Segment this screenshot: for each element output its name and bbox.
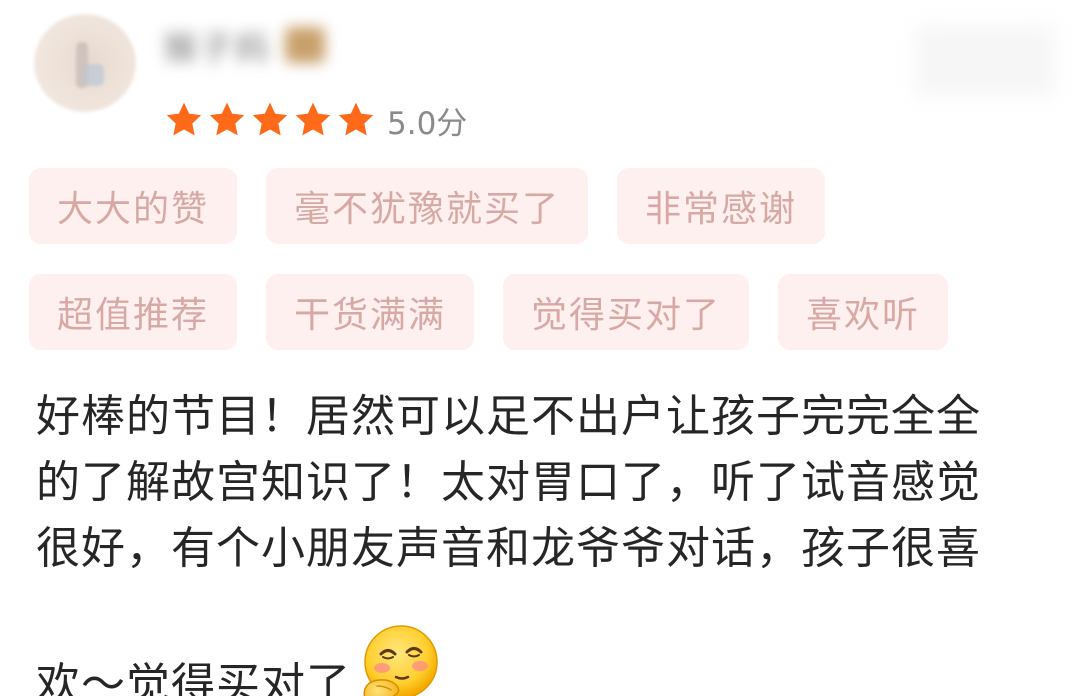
review-card: 猴子妈 5.0分 大大的赞 毫不犹豫就买了 非常感谢 超值推荐 干货满满 觉得买对了 喜欢…	[0, 0, 1080, 696]
star-icon	[207, 100, 247, 140]
review-line: 欢～觉得买对了	[36, 659, 351, 696]
star-icon	[336, 100, 376, 140]
review-text: 好棒的节目！居然可以足不出户让孩子完完全全 的了解故宫知识了！太对胃口了，听了试…	[36, 384, 1036, 696]
star-rating	[164, 100, 379, 140]
avatar-figure-detail	[84, 64, 104, 86]
review-line: 的了解故宫知识了！太对胃口了，听了试音感觉	[36, 457, 981, 508]
review-tag[interactable]: 非常感谢	[617, 168, 826, 244]
username: 猴子妈	[163, 28, 271, 69]
review-tag[interactable]: 毫不犹豫就买了	[266, 168, 589, 244]
tag-row-2: 超值推荐 干货满满 觉得买对了 喜欢听	[29, 274, 977, 350]
star-icon	[250, 100, 290, 140]
avatar[interactable]	[34, 14, 136, 112]
username-blurred[interactable]: 猴子妈	[163, 22, 325, 69]
rating-row: 5.0分	[164, 98, 467, 142]
review-line: 好棒的节目！居然可以足不出户让孩子完完全全	[36, 391, 981, 442]
review-tag[interactable]: 干货满满	[266, 274, 475, 350]
star-icon	[293, 100, 333, 140]
review-line: 很好，有个小朋友声音和龙爷爷对话，孩子很喜	[36, 523, 981, 574]
tag-row-1: 大大的赞 毫不犹豫就买了 非常感谢	[29, 168, 854, 244]
review-tag[interactable]: 喜欢听	[778, 274, 949, 350]
review-tag[interactable]: 超值推荐	[29, 274, 238, 350]
star-icon	[164, 100, 204, 140]
vip-badge-icon	[285, 27, 325, 63]
review-tag[interactable]: 大大的赞	[29, 168, 238, 244]
blurred-corner	[915, 26, 1055, 96]
thinking-blushing-emoji-icon	[351, 622, 443, 696]
review-line-last: 欢～觉得买对了	[36, 625, 1036, 696]
rating-score: 5.0分	[387, 105, 468, 142]
review-tag[interactable]: 觉得买对了	[503, 274, 750, 350]
